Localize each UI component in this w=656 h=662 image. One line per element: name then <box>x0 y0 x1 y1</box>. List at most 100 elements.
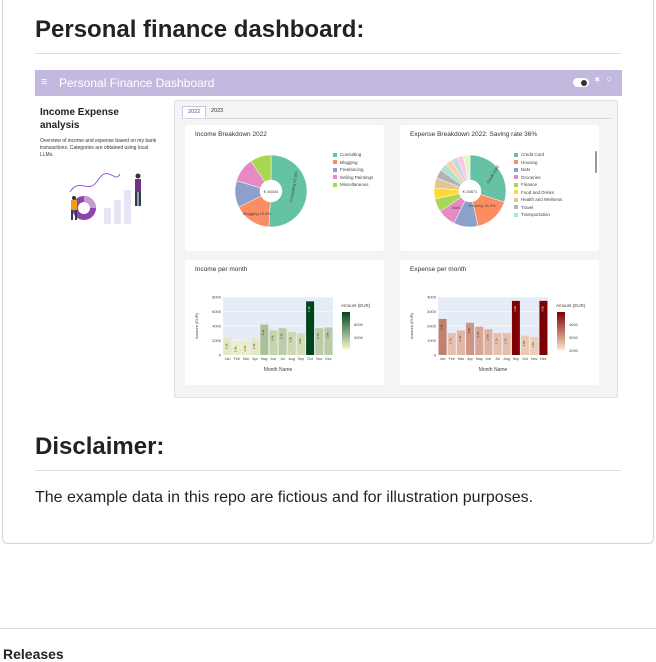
section-divider <box>0 628 656 629</box>
legend-label: Travel <box>521 204 534 210</box>
income-bar-label: 2.3k <box>252 343 256 349</box>
disclaimer-text: The example data in this repo are fictio… <box>35 489 534 506</box>
expense-legend-item[interactable]: Credit Card <box>514 152 544 157</box>
tab-2023[interactable]: 2023 <box>206 106 228 116</box>
tab-2022[interactable]: 2022 <box>182 106 207 118</box>
income-legend-item[interactable]: Freelancing <box>333 167 364 172</box>
expense-legend-item[interactable]: Food and Drinks <box>514 190 554 195</box>
income-legend-item[interactable]: Consulting <box>333 152 361 157</box>
income-bar[interactable] <box>260 324 269 355</box>
income-slice-label-blogging: Blogging 16.6% <box>243 211 271 216</box>
sidebar-title: Income Expense analysis <box>40 107 119 131</box>
income-colorbar-title: Amount (EUR) <box>341 303 371 308</box>
income-bar[interactable] <box>278 328 287 355</box>
expense-legend-item[interactable]: Transportation <box>514 212 550 217</box>
expense-bar-label: 1.7k <box>449 338 453 344</box>
expense-bar[interactable] <box>466 322 475 355</box>
sidebar-description: Overview of income and expense based on … <box>40 138 157 158</box>
expense-bar[interactable] <box>456 330 465 355</box>
income-bar[interactable] <box>315 328 324 355</box>
expense-ytick: 1000 <box>427 338 437 343</box>
income-bar[interactable] <box>324 327 333 355</box>
expense-ytick: 3000 <box>427 309 437 314</box>
legend-scrollbar[interactable] <box>595 151 597 173</box>
income-bar-chart: 8000 6000 4000 2000 0 Amount (EUR) Month Name 2… <box>194 295 371 374</box>
expense-xtick: Aug <box>504 357 510 361</box>
legend-swatch <box>514 160 518 165</box>
income-ytick: 8000 <box>212 295 222 300</box>
legend-swatch <box>514 152 518 157</box>
expense-bar-label: 1.5k <box>522 340 526 346</box>
expense-legend-item[interactable]: Travel <box>514 205 533 210</box>
income-bar[interactable] <box>269 330 278 355</box>
expense-slice-label-housing: Housing 16.4% <box>468 203 496 208</box>
income-legend-item[interactable]: Miscellaneous <box>333 182 369 187</box>
income-xtick: Oct <box>307 357 313 361</box>
expense-legend-item[interactable]: Housing <box>514 160 538 165</box>
income-xtick: Dec <box>325 357 332 361</box>
income-pie-chart: € 45343 Consulting 51.0%Blogging 16.6% <box>234 154 308 228</box>
expense-ytick: 0 <box>434 353 437 358</box>
income-bar-label: 3.7k <box>316 333 320 339</box>
income-xtick: May <box>261 357 268 361</box>
legend-label: Credit Card <box>521 152 545 157</box>
income-legend-item[interactable]: Selling Paintings <box>333 175 373 180</box>
expense-legend-item[interactable]: Groceries <box>514 175 541 180</box>
legend-label: Selling Paintings <box>340 174 374 180</box>
expense-bar-label: 2.2k <box>476 331 480 337</box>
expense-xtick: Apr <box>467 357 473 361</box>
income-xtick: Nov <box>316 357 323 361</box>
legend-swatch <box>333 160 337 165</box>
legend-label: Consulting <box>340 152 362 157</box>
expense-legend-item[interactable]: Finance <box>514 182 537 187</box>
expense-ytick: 4000 <box>427 295 437 300</box>
expense-bar-label: 1.9k <box>458 335 462 341</box>
legend-swatch <box>333 167 337 172</box>
dashboard-title: Personal Finance Dashboard <box>59 76 215 90</box>
expense-center-label: € 28871 <box>463 189 478 194</box>
expense-xlabel: Month Name <box>479 367 508 373</box>
income-colorbar-tick: 6000 <box>354 322 364 327</box>
releases-heading[interactable]: Releases <box>3 646 64 662</box>
income-bar-label: 4.2k <box>261 329 265 335</box>
disclaimer-heading: Disclaimer: <box>35 433 165 460</box>
income-ytick: 6000 <box>212 309 222 314</box>
expense-xtick: Feb <box>449 357 455 361</box>
income-xtick: Jul <box>280 357 285 361</box>
expense-bar[interactable] <box>484 329 493 355</box>
expense-bar-label: 1.7k <box>504 338 508 344</box>
expense-legend-item[interactable]: Health and Wellness <box>514 197 562 202</box>
expense-colorbar <box>557 312 565 350</box>
expense-ytick: 2000 <box>427 324 437 329</box>
income-xtick: Apr <box>252 357 258 361</box>
legend-label: Housing <box>521 159 538 165</box>
income-ylabel: Amount (EUR) <box>194 312 199 339</box>
expense-bar-chart: 4000 3000 2000 1000 0 Amount (EUR) Month Name 2… <box>409 295 586 374</box>
income-xtick: Jan <box>225 357 231 361</box>
expense-xtick: Sep <box>513 357 519 361</box>
legend-label: Freelancing <box>340 167 364 172</box>
expense-bar-label: 2.8k <box>440 324 444 330</box>
income-xtick: Feb <box>234 357 240 361</box>
tab-divider <box>181 118 611 119</box>
legend-swatch <box>333 175 337 180</box>
income-per-month-card: Income per month 8000 6000 4000 2000 0 Amount… <box>185 260 384 385</box>
income-bar-label: 1.9k <box>234 346 238 352</box>
menu-icon: ≡ <box>41 76 48 88</box>
sun-icon: ✶ <box>593 75 602 86</box>
expense-legend-item[interactable]: NaN <box>514 167 530 172</box>
moon-icon: ○ <box>606 74 613 85</box>
legend-swatch <box>514 190 518 195</box>
legend-swatch <box>514 182 518 187</box>
finance-illustration-icon <box>69 173 141 224</box>
expense-pie-chart: € 28871Credit CardHousing 16.4%NaN <box>433 154 507 228</box>
expense-bar-label: 1.7k <box>495 338 499 344</box>
expense-xtick: Nov <box>531 357 538 361</box>
expense-colorbar-title: Amount (EUR) <box>556 303 586 308</box>
expense-colorbar-tick: 3000 <box>569 335 579 340</box>
disclaimer-divider <box>35 470 621 471</box>
expense-xtick: Dec <box>540 357 547 361</box>
expense-bar-label: 4.2k <box>540 306 544 312</box>
expense-bar[interactable] <box>475 326 484 355</box>
income-legend-item[interactable]: Blogging <box>333 160 358 165</box>
